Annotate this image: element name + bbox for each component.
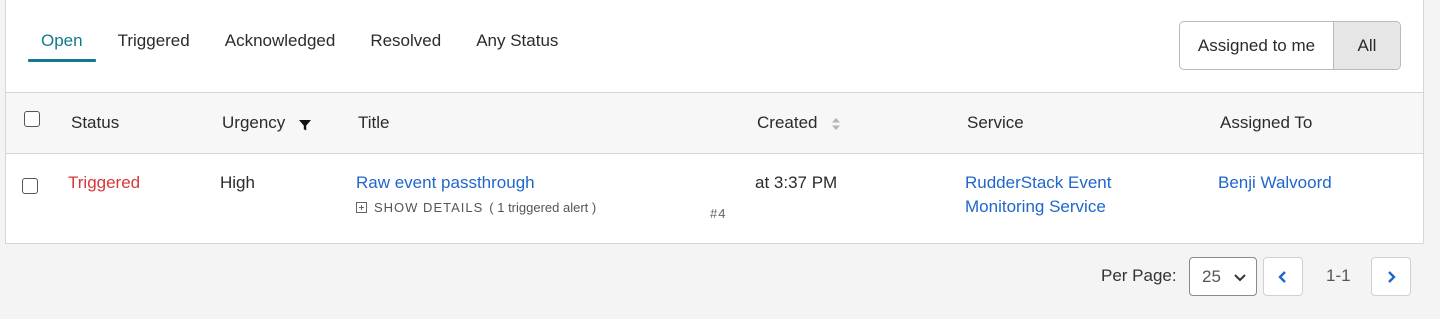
- alert-count: ( 1 triggered alert ): [489, 200, 597, 215]
- show-details-label: SHOW DETAILS: [374, 200, 484, 215]
- incidents-panel: Open Triggered Acknowledged Resolved Any…: [5, 0, 1424, 244]
- tab-resolved[interactable]: Resolved: [357, 30, 454, 62]
- expand-icon: [356, 202, 367, 213]
- row-checkbox[interactable]: [22, 178, 38, 194]
- chevron-left-icon: [1278, 270, 1286, 283]
- incident-title-link[interactable]: Raw event passthrough: [356, 171, 535, 195]
- tab-acknowledged[interactable]: Acknowledged: [212, 30, 349, 62]
- page-range: 1-1: [1326, 266, 1351, 285]
- assigned-to-me-button[interactable]: Assigned to me: [1180, 22, 1334, 69]
- prev-page-button[interactable]: [1263, 257, 1303, 296]
- header-urgency-label: Urgency: [222, 113, 286, 132]
- header-urgency[interactable]: Urgency: [222, 93, 312, 153]
- select-all-checkbox[interactable]: [24, 111, 40, 127]
- table-header: Status Urgency Title Created Service Ass…: [6, 92, 1423, 154]
- header-assigned-to: Assigned To: [1220, 113, 1313, 132]
- tab-triggered[interactable]: Triggered: [105, 30, 203, 62]
- chevron-down-icon: [1234, 274, 1246, 282]
- urgency-value: High: [220, 173, 255, 192]
- next-page-button[interactable]: [1371, 257, 1411, 296]
- per-page-value: 25: [1202, 266, 1221, 286]
- sort-icon[interactable]: [831, 116, 841, 132]
- service-line-1: RudderStack Event: [965, 173, 1112, 192]
- assignee-link[interactable]: Benji Walvoord: [1218, 171, 1332, 195]
- per-page-select[interactable]: 25: [1189, 257, 1257, 296]
- incident-number: #4: [710, 206, 727, 221]
- table-row: Triggered High Raw event passthrough SHO…: [6, 154, 1423, 244]
- header-service: Service: [967, 113, 1024, 132]
- service-link[interactable]: RudderStack Event Monitoring Service: [965, 171, 1165, 219]
- header-title: Title: [358, 113, 390, 132]
- status-tabs: Open Triggered Acknowledged Resolved Any…: [28, 30, 580, 62]
- status-badge: Triggered: [68, 173, 141, 192]
- created-time: at 3:37 PM: [755, 173, 838, 192]
- tab-open[interactable]: Open: [28, 30, 96, 62]
- all-button[interactable]: All: [1334, 22, 1400, 69]
- header-created-label: Created: [757, 113, 818, 132]
- chevron-right-icon: [1388, 270, 1396, 283]
- per-page-label: Per Page:: [1101, 266, 1177, 285]
- filter-icon[interactable]: [298, 118, 312, 132]
- show-details-toggle[interactable]: SHOW DETAILS ( 1 triggered alert ): [356, 200, 596, 215]
- header-status: Status: [71, 113, 120, 132]
- header-created[interactable]: Created: [757, 93, 841, 153]
- tab-any-status[interactable]: Any Status: [463, 30, 571, 62]
- service-line-2: Monitoring Service: [965, 197, 1106, 216]
- assignment-toggle: Assigned to me All: [1179, 21, 1401, 70]
